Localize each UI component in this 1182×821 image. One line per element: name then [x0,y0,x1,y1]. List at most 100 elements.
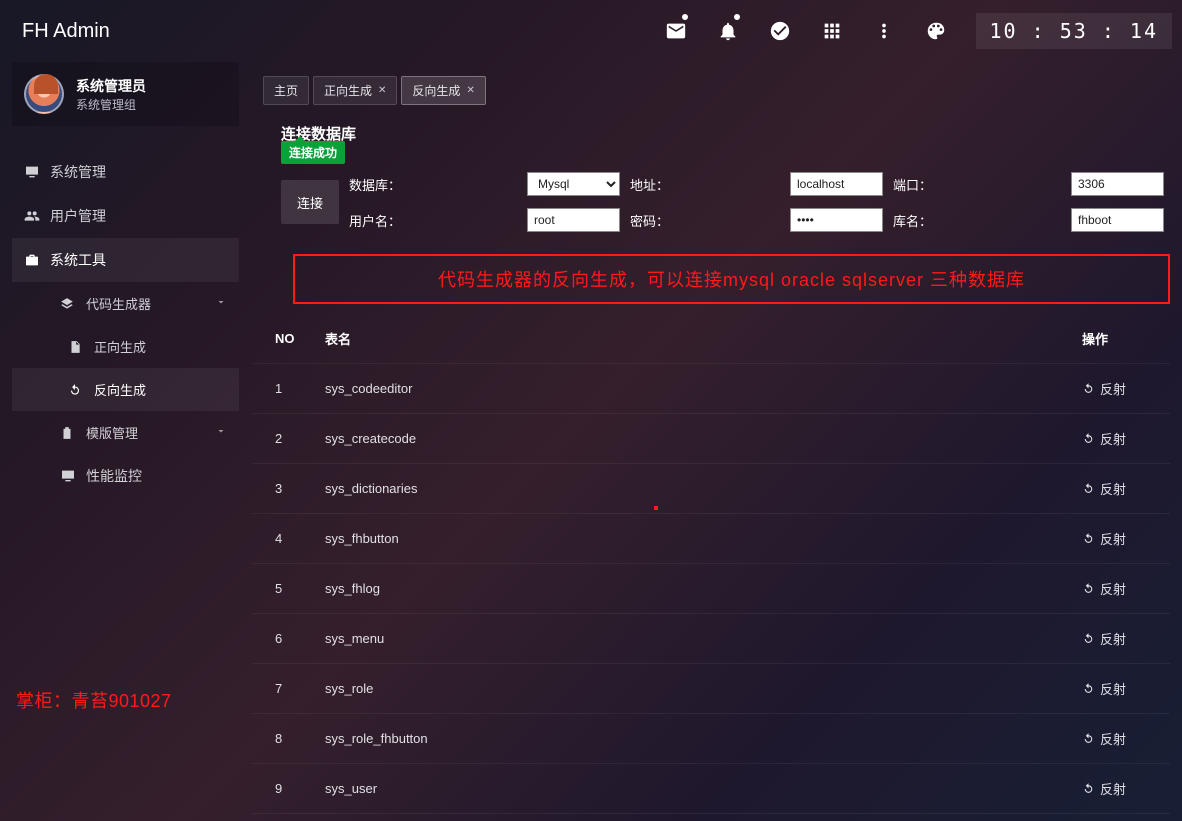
close-icon[interactable]: ✕ [378,85,386,96]
reflect-button[interactable]: 反射 [1082,779,1126,798]
table-row: 2sys_createcode 反射 [253,414,1170,464]
table-row: 1sys_codeeditor反射 [253,364,1170,414]
tab-label: 正向生成 [324,82,372,99]
select-database[interactable]: Mysql [527,172,620,196]
check-circle-icon[interactable] [756,0,804,62]
table-row: 9sys_user 反射 [253,764,1170,814]
cell-tablename: sys_dictionaries [313,464,1070,514]
cell-tablename: sys_fhlog [313,564,1070,614]
table-row: 6sys_menu 反射 [253,614,1170,664]
callout-banner: 代码生成器的反向生成，可以连接mysql oracle sqlserver 三种… [293,254,1170,304]
nav-system-tools[interactable]: 系统工具 [12,238,239,282]
app-brand: FH Admin [22,20,110,43]
cell-tablename: sys_userphoto [313,814,1070,821]
nav-label: 代码生成器 [86,294,151,313]
reflect-button[interactable]: 反射 [1082,379,1126,398]
nav-template-manage[interactable]: 模版管理 [12,411,239,454]
monitor-icon [24,164,50,180]
table-row: 10sys_userphoto反射 [253,814,1170,821]
monitor-small-icon [60,468,86,484]
more-vert-icon[interactable] [860,0,908,62]
file-icon [68,340,94,354]
nav-user-manage[interactable]: 用户管理 [12,194,239,238]
connection-title: 连接数据库 连接成功 [281,123,1164,144]
cell-tablename: sys_codeeditor [313,364,1070,414]
profile-card[interactable]: 系统管理员 系统管理组 [12,62,239,126]
label-database: 数据库： [349,175,517,194]
palette-icon[interactable] [912,0,960,62]
cell-tablename: sys_createcode [313,414,1070,464]
avatar [24,74,64,114]
reflect-button[interactable]: 反射 [1082,629,1126,648]
cell-no: 6 [253,614,313,664]
users-icon [24,208,50,224]
tab-forward[interactable]: 正向生成 ✕ [313,76,397,105]
watermark-text: 掌柜：青苔901027 [16,687,172,713]
chevron-down-icon [215,296,227,311]
nav-code-generator[interactable]: 代码生成器 [12,282,239,325]
sidebar-nav: 系统管理 用户管理 系统工具 代码生成器 正向生成 反向生成 模版管理 [12,150,239,498]
input-address[interactable] [790,172,883,196]
connect-button[interactable]: 连接 [281,180,339,224]
tab-label: 主页 [274,82,298,99]
input-password[interactable] [790,208,883,232]
cell-no: 2 [253,414,313,464]
cursor-indicator [654,506,658,510]
nav-forward-gen[interactable]: 正向生成 [12,325,239,368]
label-username: 用户名： [349,211,517,230]
cell-tablename: sys_fhbutton [313,514,1070,564]
nav-perf-monitor[interactable]: 性能监控 [12,454,239,498]
table-row: 3sys_dictionaries 反射 [253,464,1170,514]
nav-reverse-gen[interactable]: 反向生成 [12,368,239,411]
header-icons [652,0,960,62]
cell-tablename: sys_role [313,664,1070,714]
cell-no: 9 [253,764,313,814]
reflect-button[interactable]: 反射 [1082,679,1126,698]
reflect-button[interactable]: 反射 [1082,529,1126,548]
mail-icon[interactable] [652,0,700,62]
tab-label: 反向生成 [412,82,460,99]
profile-name: 系统管理员 [76,76,146,96]
cell-no: 10 [253,814,313,821]
clipboard-icon [60,426,86,440]
clock-display: 10 : 53 : 14 [976,13,1173,49]
label-password: 密码： [630,211,780,230]
nav-label: 模版管理 [86,423,138,442]
cell-no: 7 [253,664,313,714]
nav-label: 正向生成 [94,337,146,356]
table-row: 4sys_fhbutton 反射 [253,514,1170,564]
reflect-button[interactable]: 反射 [1082,729,1126,748]
reflect-button[interactable]: 反射 [1082,579,1126,598]
nav-system-manage[interactable]: 系统管理 [12,150,239,194]
tab-reverse[interactable]: 反向生成 ✕ [401,76,485,105]
close-icon[interactable]: ✕ [466,85,474,96]
profile-group: 系统管理组 [76,96,146,113]
bell-icon[interactable] [704,0,752,62]
cell-tablename: sys_user [313,764,1070,814]
briefcase-icon [24,252,50,268]
cell-no: 5 [253,564,313,614]
nav-label: 性能监控 [86,466,142,486]
nav-label: 系统管理 [50,162,106,182]
tabs-bar: 主页 正向生成 ✕ 反向生成 ✕ [253,70,1176,115]
cell-tablename: sys_menu [313,614,1070,664]
col-no: NO [253,314,313,364]
cell-tablename: sys_role_fhbutton [313,714,1070,764]
table-row: 5sys_fhlog 反射 [253,564,1170,614]
col-operation: 操作 [1070,314,1170,364]
cell-no: 8 [253,714,313,764]
cell-no: 4 [253,514,313,564]
nav-label: 系统工具 [50,250,106,270]
cell-no: 3 [253,464,313,514]
nav-label: 用户管理 [50,206,106,226]
reflect-button[interactable]: 反射 [1082,429,1126,448]
table-row: 8sys_role_fhbutton 反射 [253,714,1170,764]
input-username[interactable] [527,208,620,232]
apps-grid-icon[interactable] [808,0,856,62]
reflect-button[interactable]: 反射 [1082,479,1126,498]
tab-home[interactable]: 主页 [263,76,309,105]
layers-icon [60,297,86,311]
input-dbname[interactable] [1071,208,1164,232]
input-port[interactable] [1071,172,1164,196]
chevron-down-icon [215,425,227,440]
